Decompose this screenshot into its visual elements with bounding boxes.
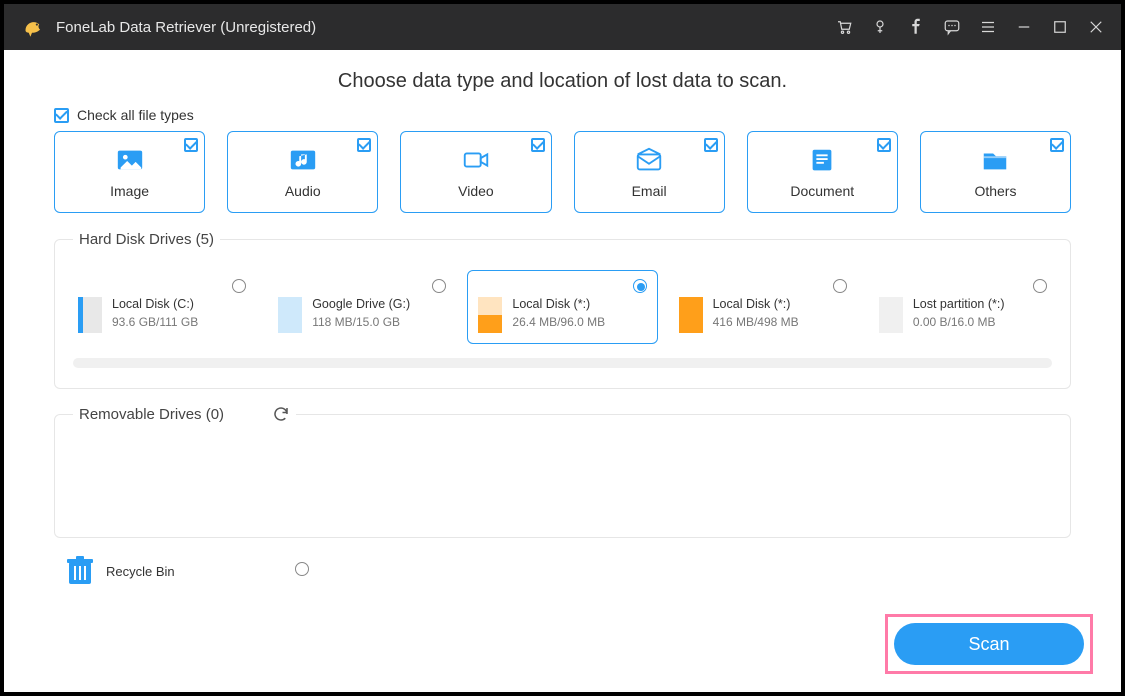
file-types-row: Image Audio Video Email Document: [54, 131, 1071, 213]
refresh-icon[interactable]: [272, 405, 290, 423]
drive-name: Local Disk (*:): [512, 297, 605, 311]
type-checkbox-audio[interactable]: [357, 138, 371, 152]
drive-name: Google Drive (G:): [312, 297, 410, 311]
drive-item[interactable]: Lost partition (*:) 0.00 B/16.0 MB: [868, 270, 1058, 344]
email-icon: [634, 145, 664, 175]
type-card-email[interactable]: Email: [574, 131, 725, 213]
recycle-bin-icon: [66, 556, 94, 586]
drive-name: Local Disk (*:): [713, 297, 799, 311]
titlebar-actions: [835, 18, 1121, 36]
drive-radio[interactable]: [232, 279, 246, 293]
type-card-others[interactable]: Others: [920, 131, 1071, 213]
drive-size: 93.6 GB/111 GB: [112, 315, 198, 329]
removable-legend-row: Removable Drives (0): [73, 405, 296, 423]
recycle-bin-label: Recycle Bin: [106, 564, 175, 579]
drive-usage-swatch: [78, 297, 102, 333]
type-checkbox-others[interactable]: [1050, 138, 1064, 152]
type-label: Document: [790, 183, 854, 199]
key-icon[interactable]: [871, 18, 889, 36]
hard-drives-row: Local Disk (C:) 93.6 GB/111 GB Google Dr…: [67, 270, 1058, 344]
drive-item[interactable]: Google Drive (G:) 118 MB/15.0 GB: [267, 270, 457, 344]
recycle-bin-radio[interactable]: [295, 562, 309, 576]
close-icon[interactable]: [1087, 18, 1105, 36]
others-icon: [980, 145, 1010, 175]
drive-size: 26.4 MB/96.0 MB: [512, 315, 605, 329]
main-content: Choose data type and location of lost da…: [4, 50, 1121, 692]
menu-icon[interactable]: [979, 18, 997, 36]
check-all-row: Check all file types: [54, 107, 1071, 123]
window-title: FoneLab Data Retriever (Unregistered): [56, 19, 316, 36]
drive-item[interactable]: Local Disk (C:) 93.6 GB/111 GB: [67, 270, 257, 344]
drive-radio[interactable]: [1033, 279, 1047, 293]
document-icon: [807, 145, 837, 175]
facebook-icon[interactable]: [907, 18, 925, 36]
drive-item[interactable]: Local Disk (*:) 416 MB/498 MB: [668, 270, 858, 344]
drive-usage-swatch: [879, 297, 903, 333]
audio-icon: [288, 145, 318, 175]
app-window: FoneLab Data Retriever (Unregistered) Ch…: [0, 0, 1125, 696]
type-card-audio[interactable]: Audio: [227, 131, 378, 213]
check-all-label: Check all file types: [77, 107, 194, 123]
hard-drives-group: Hard Disk Drives (5) Local Disk (C:) 93.…: [54, 231, 1071, 389]
drive-item[interactable]: Local Disk (*:) 26.4 MB/96.0 MB: [467, 270, 657, 344]
removable-legend: Removable Drives (0): [79, 406, 224, 423]
type-checkbox-document[interactable]: [877, 138, 891, 152]
type-label: Video: [458, 183, 494, 199]
scan-highlight: Scan: [885, 614, 1093, 674]
drive-usage-swatch: [478, 297, 502, 333]
type-label: Email: [632, 183, 667, 199]
type-label: Image: [110, 183, 149, 199]
drive-size: 0.00 B/16.0 MB: [913, 315, 1005, 329]
type-card-document[interactable]: Document: [747, 131, 898, 213]
headline: Choose data type and location of lost da…: [54, 70, 1071, 93]
type-label: Audio: [285, 183, 321, 199]
drive-radio[interactable]: [633, 279, 647, 293]
recycle-bin-row: Recycle Bin: [54, 556, 1071, 586]
minimize-icon[interactable]: [1015, 18, 1033, 36]
type-checkbox-image[interactable]: [184, 138, 198, 152]
feedback-icon[interactable]: [943, 18, 961, 36]
video-icon: [461, 145, 491, 175]
removable-body: [67, 437, 1058, 517]
removable-drives-group: Removable Drives (0): [54, 405, 1071, 538]
drive-usage-swatch: [278, 297, 302, 333]
drive-radio[interactable]: [432, 279, 446, 293]
maximize-icon[interactable]: [1051, 18, 1069, 36]
type-checkbox-video[interactable]: [531, 138, 545, 152]
drive-size: 118 MB/15.0 GB: [312, 315, 410, 329]
drive-radio[interactable]: [833, 279, 847, 293]
scan-button[interactable]: Scan: [894, 623, 1084, 665]
logo-icon: [18, 13, 46, 41]
drive-size: 416 MB/498 MB: [713, 315, 799, 329]
drive-usage-swatch: [679, 297, 703, 333]
titlebar: FoneLab Data Retriever (Unregistered): [4, 4, 1121, 50]
recycle-bin-item[interactable]: Recycle Bin: [66, 556, 175, 586]
horizontal-scrollbar[interactable]: [73, 358, 1052, 368]
type-card-video[interactable]: Video: [400, 131, 551, 213]
type-card-image[interactable]: Image: [54, 131, 205, 213]
drive-name: Local Disk (C:): [112, 297, 198, 311]
image-icon: [115, 145, 145, 175]
check-all-checkbox[interactable]: [54, 108, 69, 123]
drive-name: Lost partition (*:): [913, 297, 1005, 311]
hard-drives-legend: Hard Disk Drives (5): [73, 231, 220, 248]
type-checkbox-email[interactable]: [704, 138, 718, 152]
cart-icon[interactable]: [835, 18, 853, 36]
type-label: Others: [974, 183, 1016, 199]
